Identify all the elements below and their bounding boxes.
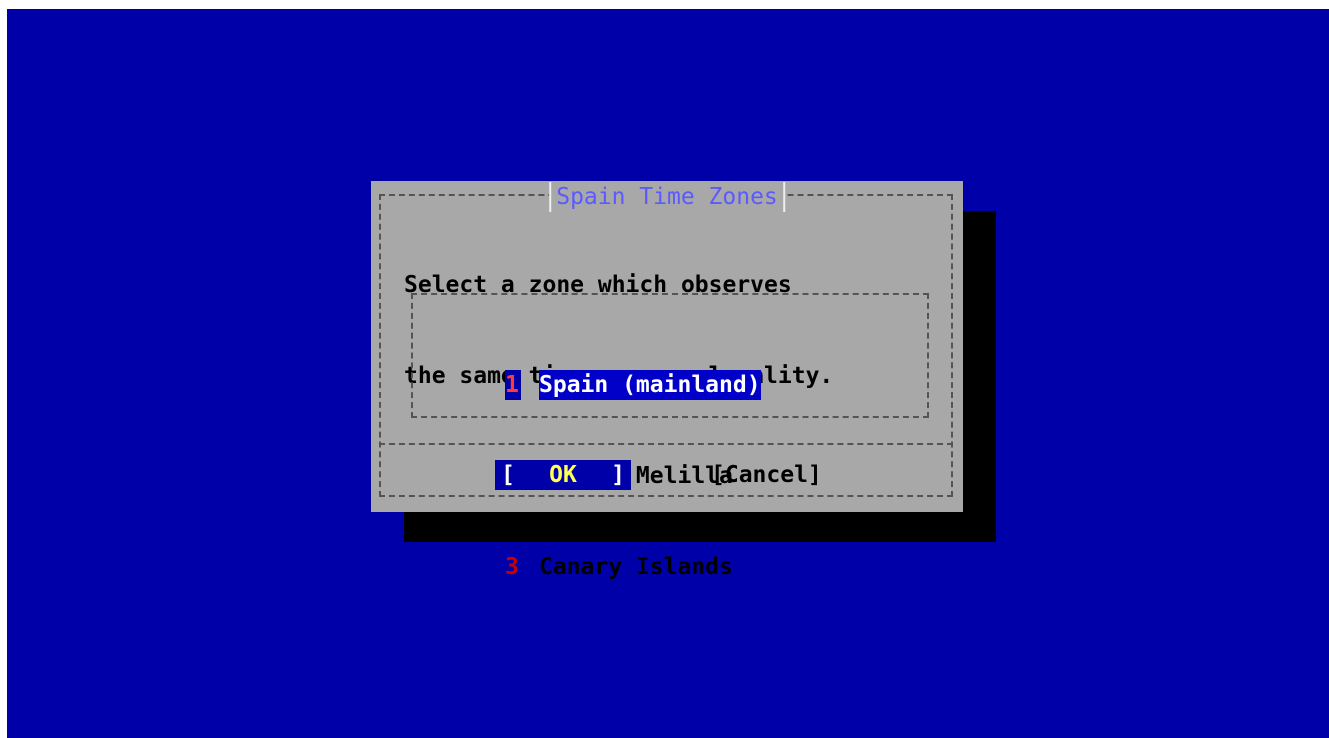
zone-item-label: Canary Islands [539,553,733,580]
zone-item-canary-islands[interactable]: 3 Canary Islands [505,551,761,582]
ok-button[interactable]: [ OK ] [495,460,631,490]
timezone-dialog: Spain Time Zones Select a zone which obs… [371,181,963,580]
console-screen: Spain Time Zones Select a zone which obs… [7,9,1329,738]
ok-button-label: OK [549,462,577,488]
ok-bracket-close: ] [611,462,625,488]
ok-bracket-open: [ [501,462,515,488]
zone-item-key: 1 [505,369,521,400]
cancel-button[interactable]: [Cancel] [711,460,822,490]
zone-item-label: Spain (mainland) [539,369,761,400]
button-separator [379,443,953,445]
dialog-title: Spain Time Zones [549,182,785,212]
zone-item-key: 3 [505,553,519,580]
cancel-button-label: [Cancel] [711,462,822,488]
zone-item-spain-mainland[interactable]: 1 Spain (mainland) [505,369,761,400]
